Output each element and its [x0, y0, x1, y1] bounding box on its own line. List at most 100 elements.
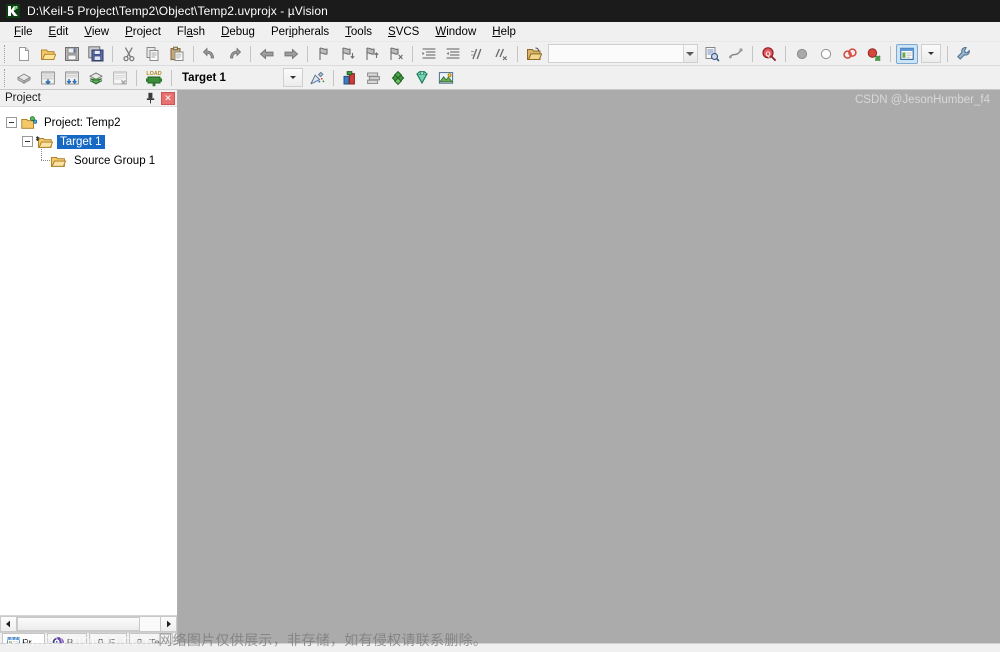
new-file-icon[interactable] — [13, 44, 35, 64]
svg-text:Q: Q — [765, 50, 770, 57]
expander-icon[interactable] — [22, 136, 33, 147]
menu-edit[interactable]: Edit — [41, 24, 77, 40]
manage-project-items-icon[interactable] — [339, 68, 361, 88]
project-panel-header: Project ✕ — [0, 90, 177, 107]
menu-bar[interactable]: FFileile Edit View Project Flash Debug P… — [0, 22, 1000, 42]
target-options-icon[interactable] — [306, 68, 328, 88]
outdent-icon[interactable] — [442, 44, 464, 64]
incremental-find-icon[interactable] — [725, 44, 747, 64]
toymoban-watermark: www.toymoban.com 网络图片仅供展示，非存储，如有侵权请联系删除。 — [6, 630, 487, 650]
comment-icon[interactable] — [466, 44, 488, 64]
bookmark-clear-icon[interactable] — [385, 44, 407, 64]
toolbar-separator — [517, 45, 518, 62]
copy-icon[interactable] — [142, 44, 164, 64]
paste-icon[interactable] — [166, 44, 188, 64]
uncomment-icon[interactable] — [490, 44, 512, 64]
manage-run-time-env-icon[interactable] — [411, 68, 433, 88]
toolbar-grip[interactable] — [4, 44, 9, 63]
open-project-icon[interactable] — [523, 44, 545, 64]
bookmark-prev-icon[interactable] — [361, 44, 383, 64]
find-combo[interactable] — [548, 44, 698, 63]
menu-debug[interactable]: Debug — [213, 24, 263, 40]
workspace: Project ✕ Project: Temp2 Target 1 Source… — [0, 90, 1000, 652]
bookmark-next-icon[interactable] — [337, 44, 359, 64]
find-in-files-icon[interactable] — [701, 44, 723, 64]
tree-item-target[interactable]: Target 1 — [0, 132, 177, 151]
toolbar-grip[interactable] — [4, 68, 9, 87]
title-bar: D:\Keil-5 Project\Temp2\Object\Temp2.uvp… — [0, 0, 1000, 22]
target-folder-icon — [36, 134, 53, 149]
target-selector-value[interactable]: Target 1 — [176, 72, 281, 84]
project-tree[interactable]: Project: Temp2 Target 1 Source Group 1 — [0, 107, 177, 615]
insert-breakpoint-icon[interactable] — [791, 44, 813, 64]
menu-view[interactable]: View — [76, 24, 117, 40]
configure-icon[interactable] — [953, 44, 975, 64]
project-icon — [20, 115, 37, 130]
tree-connector — [36, 149, 50, 170]
multi-project-icon[interactable] — [363, 68, 385, 88]
tree-item-project[interactable]: Project: Temp2 — [0, 113, 177, 132]
download-to-flash-icon[interactable]: LOAD — [142, 68, 166, 88]
menu-tools[interactable]: Tools — [337, 24, 380, 40]
toymoban-notice: 网络图片仅供展示，非存储，如有侵权请联系删除。 — [158, 633, 488, 649]
navigate-forward-icon[interactable] — [280, 44, 302, 64]
bookmark-toggle-icon[interactable] — [313, 44, 335, 64]
toolbar-separator — [307, 45, 308, 62]
editor-area[interactable]: CSDN @JesonHumber_f4 — [178, 90, 1000, 652]
open-file-icon[interactable] — [37, 44, 59, 64]
tree-item-source-group[interactable]: Source Group 1 — [0, 149, 177, 170]
menu-svcs[interactable]: SVCS — [380, 24, 427, 40]
menu-project[interactable]: Project — [117, 24, 169, 40]
target-selector-dropdown[interactable] — [283, 68, 303, 87]
save-icon[interactable] — [61, 44, 83, 64]
pin-icon[interactable] — [143, 91, 158, 106]
toolbar-separator — [250, 45, 251, 62]
translate-file-icon[interactable] — [13, 68, 35, 88]
rebuild-all-icon[interactable] — [61, 68, 83, 88]
kill-breakpoint-icon[interactable] — [863, 44, 885, 64]
kill-all-breakpoints-icon[interactable] — [815, 44, 837, 64]
menu-window[interactable]: Window — [427, 24, 484, 40]
find-references-icon[interactable]: Q — [758, 44, 780, 64]
manage-window-icon[interactable] — [896, 43, 918, 64]
toolbar-separator — [785, 45, 786, 62]
cut-icon[interactable] — [118, 44, 140, 64]
save-all-icon[interactable] — [85, 44, 107, 64]
window-dropdown-button[interactable] — [921, 44, 941, 63]
find-input[interactable] — [549, 46, 683, 61]
project-panel: Project ✕ Project: Temp2 Target 1 Source… — [0, 90, 178, 652]
indent-icon[interactable] — [418, 44, 440, 64]
toolbar-separator — [136, 69, 137, 86]
build-toolbar: LOAD Target 1 — [0, 66, 1000, 90]
hscroll-thumb[interactable] — [17, 617, 140, 631]
menu-help[interactable]: Help — [484, 24, 524, 40]
stop-build-icon[interactable] — [109, 68, 131, 88]
uvision-window: D:\Keil-5 Project\Temp2\Object\Temp2.uvp… — [0, 0, 1000, 652]
navigate-back-icon[interactable] — [256, 44, 278, 64]
tree-item-label: Target 1 — [57, 134, 105, 149]
folder-icon — [50, 153, 67, 168]
disable-breakpoint-icon[interactable] — [839, 44, 861, 64]
batch-build-icon[interactable] — [85, 68, 107, 88]
tree-item-label: Project: Temp2 — [44, 116, 121, 129]
tree-item-label: Source Group 1 — [74, 154, 156, 167]
expander-icon[interactable] — [6, 117, 17, 128]
toolbar-separator — [412, 45, 413, 62]
redo-icon[interactable] — [223, 44, 245, 64]
undo-icon[interactable] — [199, 44, 221, 64]
toymoban-url: www.toymoban.com — [6, 633, 154, 649]
menu-flash[interactable]: Flash — [169, 24, 213, 40]
chevron-down-icon[interactable] — [682, 45, 697, 62]
toolbar-separator — [947, 45, 948, 62]
toolbar-separator — [193, 45, 194, 62]
toolbar-separator — [171, 69, 172, 86]
menu-peripherals[interactable]: Peripherals — [263, 24, 337, 40]
menu-file[interactable]: FFileile — [6, 24, 41, 40]
pack-installer-icon[interactable] — [387, 68, 409, 88]
build-target-icon[interactable] — [37, 68, 59, 88]
svg-text:LOAD: LOAD — [146, 71, 161, 77]
toolbar-separator — [890, 45, 891, 62]
main-toolbar: Q — [0, 42, 1000, 66]
svcs-icon[interactable] — [435, 68, 457, 88]
close-icon[interactable]: ✕ — [161, 91, 175, 105]
